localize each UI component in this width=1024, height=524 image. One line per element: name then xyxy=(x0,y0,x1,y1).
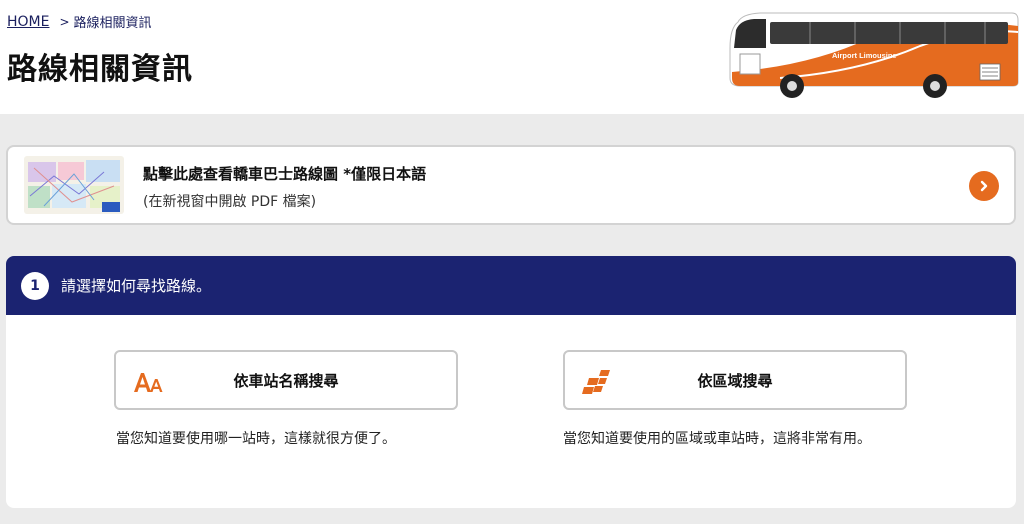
route-map-thumbnail xyxy=(24,156,124,214)
chevron-right-icon[interactable] xyxy=(969,171,999,201)
pdf-link-title: 點擊此處查看轎車巴士路線圖 *僅限日本語 xyxy=(143,165,427,183)
search-by-area-button[interactable]: 依區域搜尋 xyxy=(563,350,907,410)
step-header: 1 請選擇如何尋找路線。 xyxy=(6,256,1016,315)
search-by-area-label: 依區域搜尋 xyxy=(697,372,773,390)
page-title: 路線相關資訊 xyxy=(7,52,193,87)
step-title: 請選擇如何尋找路線。 xyxy=(61,277,212,295)
search-by-station-description: 當您知道要使用哪一站時，這樣就很方便了。 xyxy=(116,431,396,447)
route-search-step: 1 請選擇如何尋找路線。 依車站名稱搜尋 當您知道要使用哪一站時，這樣就很方便了… xyxy=(6,256,1016,508)
breadcrumb-separator: > xyxy=(59,14,70,29)
search-by-station-button[interactable]: 依車站名稱搜尋 xyxy=(114,350,458,410)
breadcrumb-home-link[interactable]: HOME xyxy=(7,14,49,30)
pdf-link-subtitle: (在新視窗中開啟 PDF 檔案) xyxy=(143,194,317,210)
breadcrumb-current: 路線相關資訊 xyxy=(73,16,152,31)
step-number-badge: 1 xyxy=(21,271,49,300)
page-header: HOME > 路線相關資訊 路線相關資訊 Airport Limousine xyxy=(0,0,1024,114)
breadcrumb: HOME > 路線相關資訊 xyxy=(7,12,152,32)
airport-limousine-bus-illustration: Airport Limousine xyxy=(729,12,1019,98)
bus-brand-text: Airport Limousine xyxy=(832,51,897,60)
search-by-station-label: 依車站名稱搜尋 xyxy=(233,372,339,390)
search-by-area-description: 當您知道要使用的區域或車站時，這將非常有用。 xyxy=(563,431,871,447)
route-map-pdf-link[interactable]: 點擊此處查看轎車巴士路線圖 *僅限日本語 (在新視窗中開啟 PDF 檔案) xyxy=(6,145,1016,225)
